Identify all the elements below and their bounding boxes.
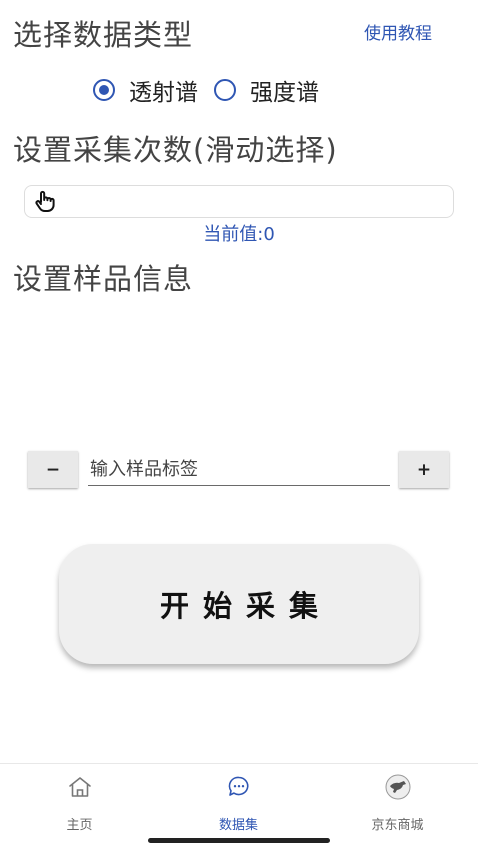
tutorial-link[interactable]: 使用教程: [364, 19, 432, 44]
tab-home-label: 主页: [66, 818, 93, 833]
tab-jd-mall[interactable]: 京东商城: [318, 764, 477, 834]
select-data-type-title: 选择数据类型: [13, 18, 194, 52]
tab-home[interactable]: 主页: [0, 764, 159, 834]
jd-dog-icon: [384, 773, 412, 801]
radio-transmission-label[interactable]: 透射谱: [129, 73, 198, 107]
collect-count-title: 设置采集次数(滑动选择): [13, 133, 338, 167]
start-collect-button[interactable]: 开始采集: [59, 544, 419, 664]
radio-selected-dot: [99, 85, 109, 95]
radio-intensity[interactable]: [214, 79, 236, 101]
sample-info-title: 设置样品信息: [13, 262, 194, 296]
collect-count-slider[interactable]: [24, 185, 454, 218]
current-value-number: 0: [263, 224, 275, 245]
tab-jd-mall-label: 京东商城: [371, 818, 424, 833]
start-collect-label: 开始采集: [159, 591, 332, 623]
radio-intensity-label[interactable]: 强度谱: [250, 73, 319, 107]
chat-bubble-icon: [225, 773, 253, 801]
home-icon: [66, 773, 94, 801]
pointing-hand-icon[interactable]: [33, 189, 57, 218]
home-indicator[interactable]: [148, 838, 330, 843]
sample-label-input[interactable]: [88, 454, 390, 486]
plus-button[interactable]: +: [399, 451, 449, 488]
tab-dataset-label: 数据集: [218, 818, 258, 833]
radio-transmission[interactable]: [93, 79, 115, 101]
current-value-label: 当前值:: [203, 224, 264, 245]
tab-dataset[interactable]: 数据集: [159, 764, 318, 834]
bottom-tab-bar: 主页 数据集 京东商城: [0, 763, 478, 850]
current-value-readout: 当前值:0: [0, 220, 478, 246]
minus-button[interactable]: −: [28, 451, 78, 488]
data-type-radio-group: 透射谱 强度谱: [93, 73, 335, 107]
